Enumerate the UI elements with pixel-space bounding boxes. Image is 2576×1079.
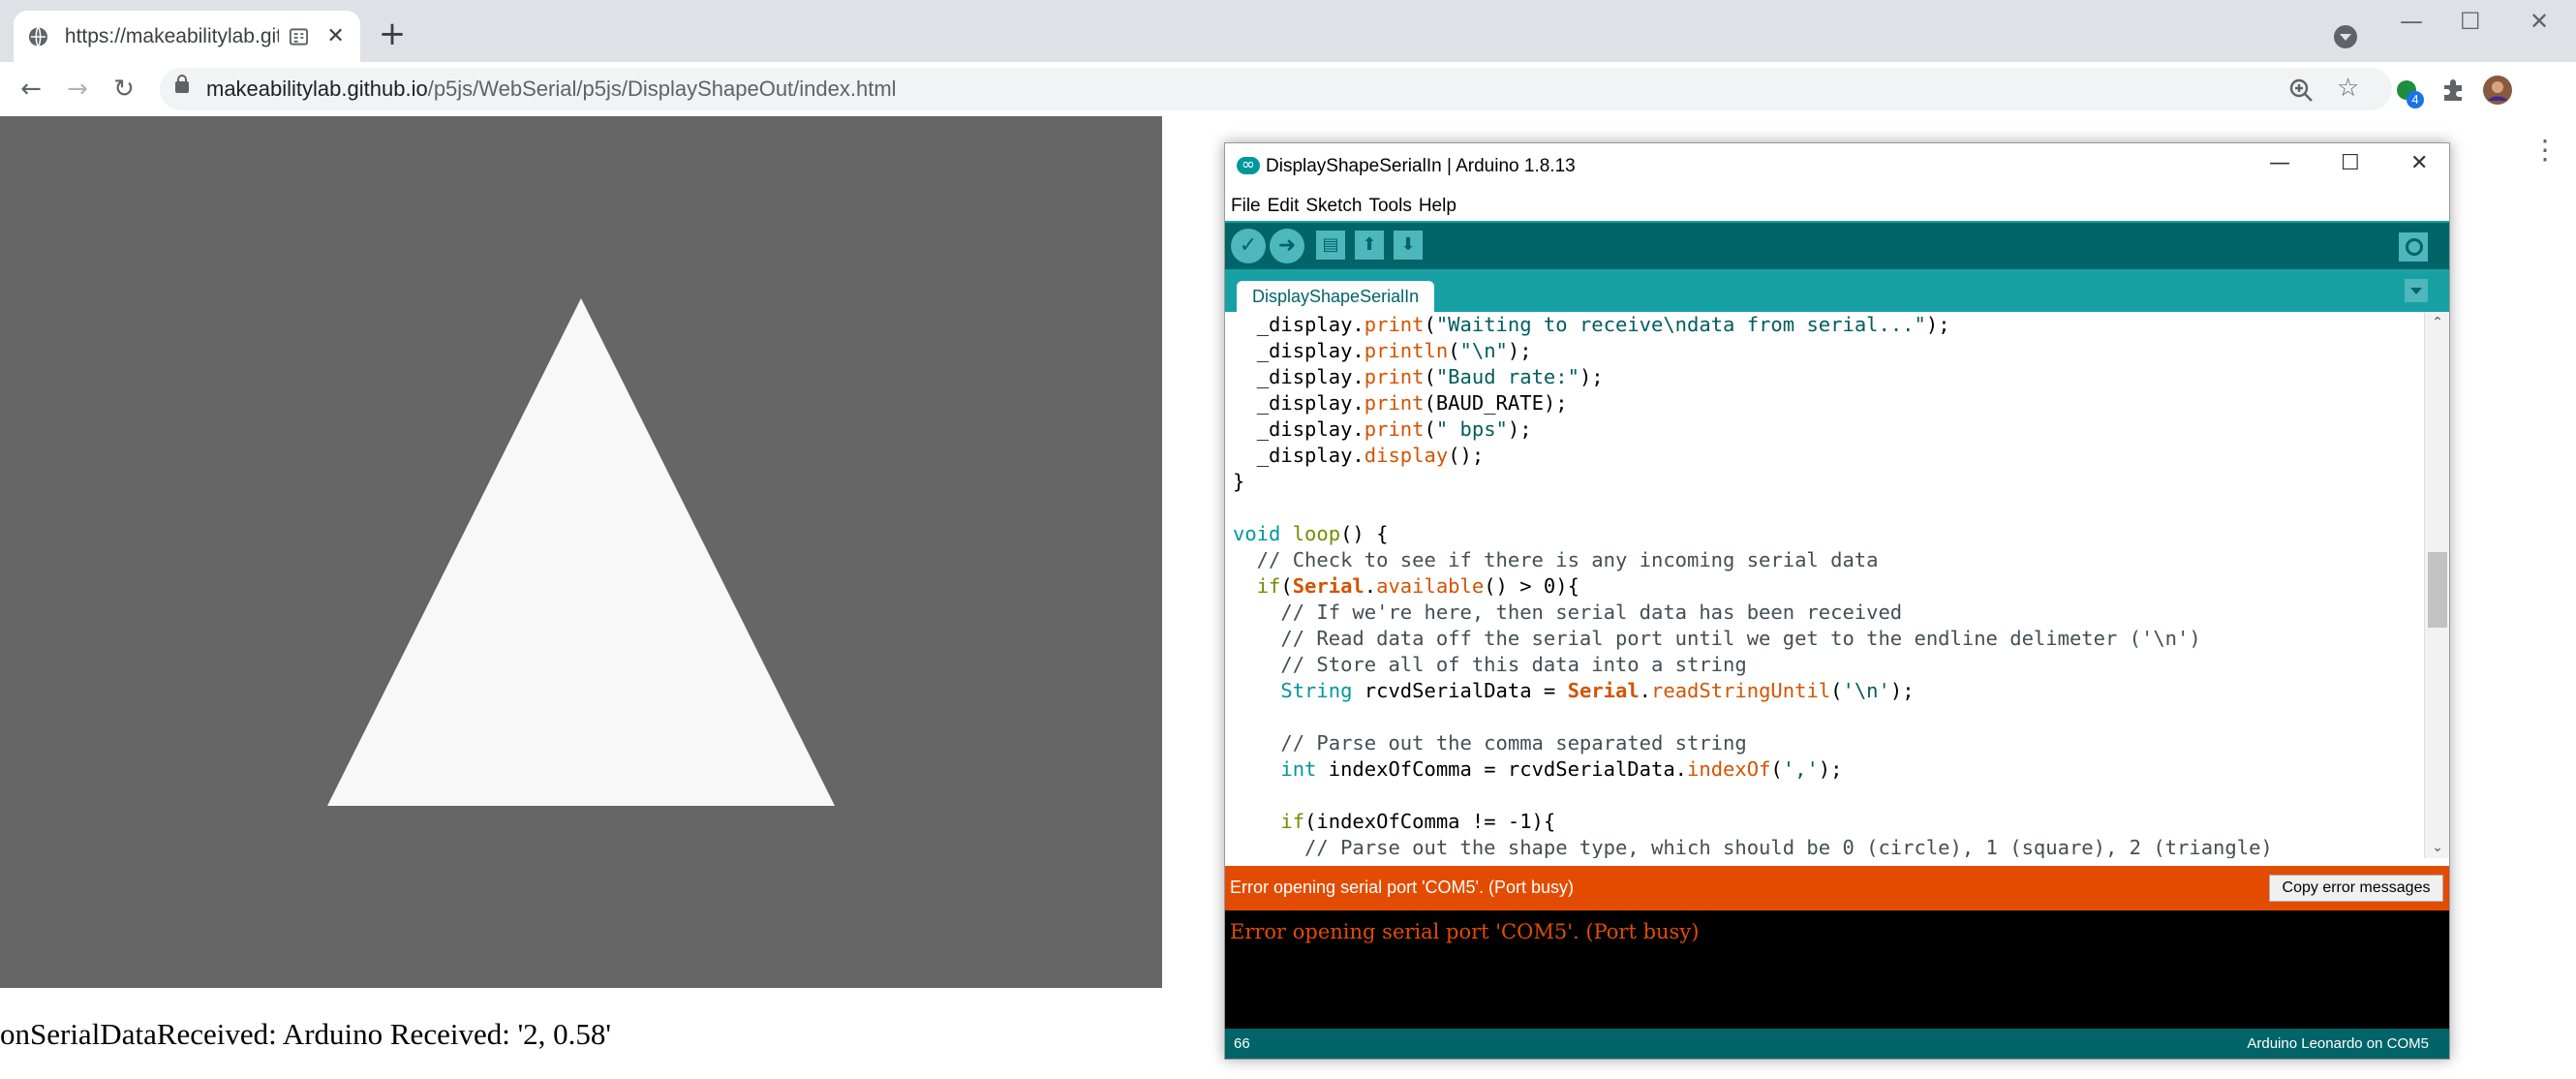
browser-tab[interactable]: https://makeabilitylab.githu ✕ [14, 11, 360, 62]
code-text[interactable]: _display.print("Waiting to receive\ndata… [1233, 312, 2424, 858]
code-line[interactable]: // Parse out the shape type, which shoul… [1233, 835, 2424, 858]
arduino-statusbar: 66 Arduino Leonardo on COM5 [1225, 1029, 2449, 1059]
browser-toolbar: ← → ↻ makeabilitylab.github.io/p5js/WebS… [0, 62, 2576, 165]
tab-menu-icon[interactable] [2405, 279, 2428, 302]
window-close-button[interactable]: ✕ [2530, 8, 2549, 35]
menu-help[interactable]: Help [1417, 192, 1461, 221]
lock-icon[interactable] [175, 75, 189, 93]
new-sketch-button[interactable]: ▤ [1316, 231, 1345, 260]
code-line[interactable]: void loop() { [1233, 521, 2424, 547]
arduino-toolbar: ✓ ➜ ▤ ⬆ ⬇ [1225, 221, 2449, 269]
tab-title: https://makeabilitylab.githu [64, 24, 280, 47]
code-line[interactable]: _display.print("Waiting to receive\ndata… [1233, 312, 2424, 338]
window-maximize-button[interactable]: ☐ [2460, 8, 2481, 35]
editor-scrollbar[interactable]: ⌃ ⌄ [2424, 312, 2449, 858]
bookmark-star-icon[interactable]: ☆ [2337, 74, 2359, 103]
code-line[interactable]: // Store all of this data into a string [1233, 652, 2424, 678]
forward-button[interactable]: → [60, 72, 95, 107]
code-editor[interactable]: _display.print("Waiting to receive\ndata… [1225, 312, 2449, 858]
menu-tools[interactable]: Tools [1366, 192, 1416, 221]
code-line[interactable]: int indexOfComma = rcvdSerialData.indexO… [1233, 756, 2424, 783]
line-number: 66 [1234, 1035, 1250, 1052]
scroll-down-icon[interactable]: ⌄ [2425, 837, 2449, 858]
browser-menu-icon[interactable]: ⋮ [2531, 136, 2559, 165]
copy-error-messages-button[interactable]: Copy error messages [2269, 875, 2443, 902]
arduino-window-title: DisplayShapeSerialIn | Arduino 1.8.13 [1266, 156, 1576, 176]
serial-monitor-icon[interactable] [2399, 232, 2428, 262]
code-line[interactable]: String rcvdSerialData = Serial.readStrin… [1233, 678, 2424, 704]
menu-file[interactable]: File [1229, 192, 1266, 221]
tab-close-icon[interactable]: ✕ [324, 24, 347, 48]
arduino-close-button[interactable]: ✕ [2410, 151, 2428, 175]
scrollbar-thumb[interactable] [2428, 552, 2447, 628]
sketch-tab[interactable]: DisplayShapeSerialIn [1237, 281, 1435, 312]
code-line[interactable]: _display.print("Baud rate:"); [1233, 364, 2424, 390]
p5-canvas[interactable] [0, 116, 1162, 988]
shape-drawing [327, 298, 835, 806]
code-line[interactable]: _display.println("\n"); [1233, 338, 2424, 364]
code-line[interactable]: } [1233, 469, 2424, 495]
arduino-ide-window: DisplayShapeSerialIn | Arduino 1.8.13 — … [1224, 142, 2450, 1060]
zoom-icon[interactable] [2288, 77, 2314, 103]
window-minimize-button[interactable]: — [2400, 8, 2423, 35]
arduino-maximize-button[interactable]: ☐ [2341, 151, 2360, 175]
globe-icon [28, 26, 47, 46]
code-line[interactable]: _display.display(); [1233, 443, 2424, 469]
arduino-tab-bar: DisplayShapeSerialIn [1225, 269, 2449, 312]
code-line[interactable]: if(Serial.available() > 0){ [1233, 573, 2424, 600]
code-line[interactable] [1233, 495, 2424, 521]
tab-search-icon[interactable] [2334, 25, 2357, 48]
back-button[interactable]: ← [14, 72, 48, 107]
menu-sketch[interactable]: Sketch [1303, 192, 1366, 221]
extension-badge: 4 [2407, 91, 2424, 108]
code-line[interactable]: // Parse out the comma separated string [1233, 730, 2424, 756]
save-sketch-button[interactable]: ⬇ [1394, 231, 1423, 260]
puzzle-icon[interactable] [2438, 76, 2468, 105]
open-sketch-button[interactable]: ⬆ [1355, 231, 1384, 260]
address-bar[interactable]: makeabilitylab.github.io/p5js/WebSerial/… [160, 68, 2392, 110]
triangle-shape [327, 298, 835, 806]
arduino-menubar: File Edit Sketch Tools Help [1225, 192, 2449, 221]
code-line[interactable]: // If we're here, then serial data has b… [1233, 600, 2424, 626]
browser-tab-strip: https://makeabilitylab.githu ✕ + — ☐ ✕ [0, 0, 2576, 62]
code-line[interactable] [1233, 704, 2424, 730]
menu-edit[interactable]: Edit [1266, 192, 1304, 221]
board-port: Arduino Leonardo on COM5 [2247, 1035, 2429, 1052]
url-text[interactable]: makeabilitylab.github.io/p5js/WebSerial/… [206, 77, 897, 102]
code-line[interactable]: // Read data off the serial port until w… [1233, 626, 2424, 652]
profile-avatar-icon[interactable] [2483, 76, 2512, 105]
code-line[interactable]: if(indexOfComma != -1){ [1233, 809, 2424, 835]
serial-status-text: onSerialDataReceived: Arduino Received: … [0, 1017, 611, 1051]
new-tab-button[interactable]: + [378, 17, 407, 50]
scroll-up-icon[interactable]: ⌃ [2425, 312, 2449, 333]
verify-button[interactable]: ✓ [1231, 229, 1266, 263]
arduino-logo-icon [1237, 154, 1260, 175]
upload-button[interactable]: ➜ [1270, 229, 1304, 263]
reload-button[interactable]: ↻ [107, 72, 141, 107]
code-line[interactable] [1233, 783, 2424, 809]
code-line[interactable]: _display.print(BAUD_RATE); [1233, 390, 2424, 416]
console-error-text: Error opening serial port 'COM5'. (Port … [1230, 920, 1700, 943]
console-output[interactable]: Error opening serial port 'COM5'. (Port … [1225, 910, 2449, 1029]
error-message: Error opening serial port 'COM5'. (Port … [1230, 878, 1574, 897]
code-line[interactable]: _display.print(" bps"); [1233, 416, 2424, 443]
error-bar: Error opening serial port 'COM5'. (Port … [1225, 866, 2449, 910]
code-line[interactable]: // Check to see if there is any incoming… [1233, 547, 2424, 573]
arduino-minimize-button[interactable]: — [2269, 151, 2290, 175]
reader-mode-icon[interactable] [289, 26, 309, 47]
arduino-titlebar: DisplayShapeSerialIn | Arduino 1.8.13 — … [1225, 143, 2449, 192]
